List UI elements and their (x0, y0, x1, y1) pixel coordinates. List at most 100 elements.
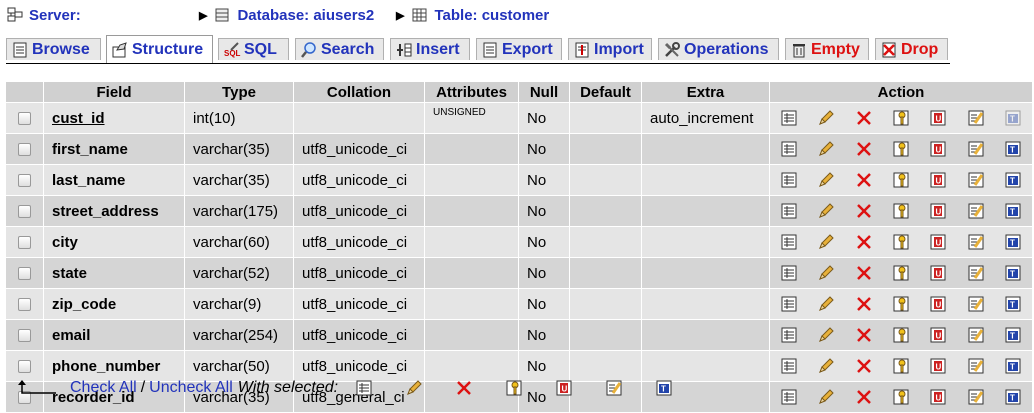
fulltext-icon[interactable]: T (1004, 295, 1022, 313)
fulltext-icon[interactable]: T (1004, 357, 1022, 375)
browse-distinct-icon[interactable] (780, 171, 798, 189)
unique-icon[interactable]: U (929, 171, 947, 189)
row-checkbox[interactable] (18, 360, 31, 374)
edit-pencil-icon[interactable] (817, 171, 835, 189)
unique-icon[interactable]: U (929, 202, 947, 220)
tab-drop[interactable]: Drop (875, 38, 948, 60)
tab-insert-label[interactable]: Insert (416, 41, 460, 59)
unique-icon[interactable]: U (929, 109, 947, 127)
primary-key-icon[interactable] (892, 295, 910, 313)
browse-distinct-icon[interactable] (780, 357, 798, 375)
column-header-null[interactable]: Null (519, 82, 569, 102)
primary-key-icon[interactable] (892, 326, 910, 344)
edit-pencil-icon[interactable] (405, 379, 423, 397)
index-icon[interactable] (967, 233, 985, 251)
browse-distinct-icon[interactable] (780, 233, 798, 251)
primary-key-icon[interactable] (892, 140, 910, 158)
edit-pencil-icon[interactable] (817, 140, 835, 158)
unique-icon[interactable]: U (929, 295, 947, 313)
primary-key-icon[interactable] (505, 379, 523, 397)
tab-drop-label[interactable]: Drop (901, 41, 938, 59)
primary-key-icon[interactable] (892, 171, 910, 189)
primary-key-icon[interactable] (892, 202, 910, 220)
edit-pencil-icon[interactable] (817, 109, 835, 127)
drop-x-icon[interactable] (855, 140, 873, 158)
edit-pencil-icon[interactable] (817, 233, 835, 251)
uncheck-all-link[interactable]: Uncheck All (149, 379, 233, 397)
breadcrumb-database-label[interactable]: Database: aiusers2 (237, 7, 374, 24)
check-all-link[interactable]: Check All (70, 379, 137, 397)
index-icon[interactable] (967, 388, 985, 406)
column-header-attributes[interactable]: Attributes (425, 82, 518, 102)
tab-insert[interactable]: Insert (390, 38, 470, 60)
tab-empty[interactable]: Empty (785, 38, 869, 60)
fulltext-icon[interactable]: T (1004, 202, 1022, 220)
browse-distinct-icon[interactable] (780, 388, 798, 406)
unique-icon[interactable]: U (929, 140, 947, 158)
index-icon[interactable] (605, 379, 623, 397)
fulltext-icon[interactable]: T (1004, 264, 1022, 282)
breadcrumb-table-label[interactable]: Table: customer (434, 7, 549, 24)
tab-empty-label[interactable]: Empty (811, 41, 860, 59)
primary-key-icon[interactable] (892, 264, 910, 282)
browse-distinct-icon[interactable] (780, 109, 798, 127)
unique-icon[interactable]: U (555, 379, 573, 397)
browse-distinct-icon[interactable] (780, 202, 798, 220)
tab-browse[interactable]: Browse (6, 38, 101, 60)
fulltext-icon[interactable]: T (1004, 233, 1022, 251)
unique-icon[interactable]: U (929, 326, 947, 344)
breadcrumb-table[interactable]: ▶ Table: customer (396, 5, 549, 25)
unique-icon[interactable]: U (929, 388, 947, 406)
edit-pencil-icon[interactable] (817, 264, 835, 282)
browse-distinct-icon[interactable] (780, 295, 798, 313)
tab-operations-label[interactable]: Operations (684, 41, 768, 59)
row-checkbox[interactable] (18, 329, 31, 343)
row-checkbox[interactable] (18, 205, 31, 219)
drop-x-icon[interactable] (855, 171, 873, 189)
browse-distinct-icon[interactable] (780, 264, 798, 282)
drop-x-icon[interactable] (855, 202, 873, 220)
fulltext-icon[interactable]: T (1004, 326, 1022, 344)
tab-import-label[interactable]: Import (594, 41, 644, 59)
tab-import[interactable]: Import (568, 38, 652, 60)
drop-x-icon[interactable] (855, 357, 873, 375)
column-header-extra[interactable]: Extra (642, 82, 769, 102)
tab-sql[interactable]: SQL SQL (218, 38, 289, 60)
tab-export[interactable]: Export (476, 38, 562, 60)
drop-x-icon[interactable] (855, 233, 873, 251)
drop-x-icon[interactable] (855, 295, 873, 313)
fulltext-icon[interactable]: T (1004, 171, 1022, 189)
index-icon[interactable] (967, 357, 985, 375)
row-checkbox[interactable] (18, 298, 31, 312)
unique-icon[interactable]: U (929, 264, 947, 282)
index-icon[interactable] (967, 264, 985, 282)
drop-x-icon[interactable] (855, 388, 873, 406)
primary-key-icon[interactable] (892, 233, 910, 251)
primary-key-icon[interactable] (892, 357, 910, 375)
fulltext-icon[interactable]: T (655, 379, 673, 397)
row-checkbox[interactable] (18, 143, 31, 157)
edit-pencil-icon[interactable] (817, 202, 835, 220)
edit-pencil-icon[interactable] (817, 388, 835, 406)
index-icon[interactable] (967, 326, 985, 344)
column-header-type[interactable]: Type (185, 82, 293, 102)
tab-operations[interactable]: Operations (658, 38, 779, 60)
index-icon[interactable] (967, 202, 985, 220)
column-header-default[interactable]: Default (570, 82, 641, 102)
column-header-collation[interactable]: Collation (294, 82, 424, 102)
row-checkbox[interactable] (18, 236, 31, 250)
tab-browse-label[interactable]: Browse (32, 41, 90, 59)
drop-x-icon[interactable] (855, 264, 873, 282)
tab-search-label[interactable]: Search (321, 41, 374, 59)
edit-pencil-icon[interactable] (817, 326, 835, 344)
primary-key-icon[interactable] (892, 388, 910, 406)
column-header-field[interactable]: Field (44, 82, 184, 102)
unique-icon[interactable]: U (929, 357, 947, 375)
row-checkbox[interactable] (18, 174, 31, 188)
drop-x-icon[interactable] (855, 109, 873, 127)
edit-pencil-icon[interactable] (817, 357, 835, 375)
drop-x-icon[interactable] (855, 326, 873, 344)
breadcrumb-server-label[interactable]: Server: (29, 7, 81, 24)
tab-export-label[interactable]: Export (502, 41, 553, 59)
breadcrumb-database[interactable]: ▶ Database: aiusers2 (199, 5, 374, 25)
